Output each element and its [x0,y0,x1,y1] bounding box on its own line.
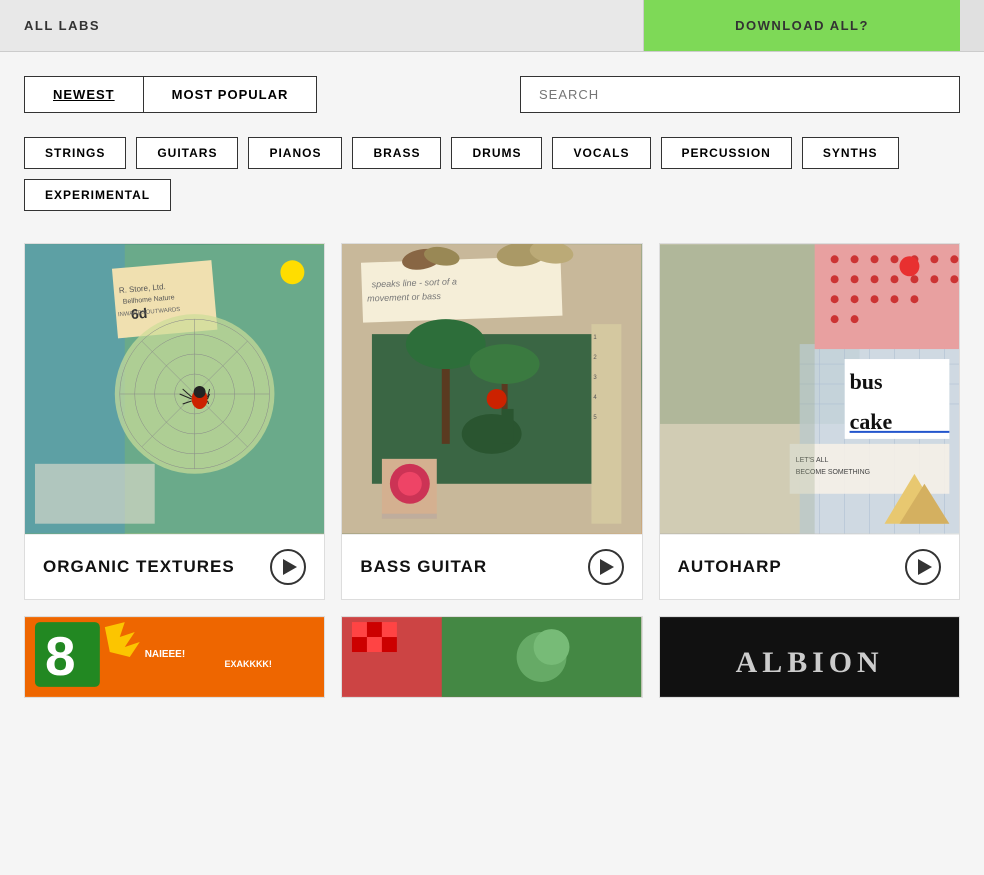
card-footer-organic-textures: ORGANIC TEXTURES [25,534,324,599]
download-all-label: DOWNLOAD ALL? [735,18,869,33]
card-title-bass-guitar: BASS GUITAR [360,557,487,577]
svg-text:cake: cake [849,409,892,434]
tag-drums[interactable]: DRUMS [451,137,542,169]
sort-buttons: NEWEST MOST POPULAR [24,76,317,113]
tag-experimental[interactable]: EXPERIMENTAL [24,179,171,211]
card-image-5 [342,617,641,697]
card-organic-textures[interactable]: R. Store, Ltd. Bellhome Nature 6d INWARD… [24,243,325,600]
card-image-bass-guitar: speaks line - sort of a movement or bass [342,244,641,534]
card-5[interactable] [341,616,642,698]
card-image-autoharp: bus cake LET'S ALL BECOME SOMETHING [660,244,959,534]
tag-percussion[interactable]: PERCUSSION [661,137,792,169]
svg-text:EXAKKKK!: EXAKKKK! [225,659,272,669]
play-button-bass-guitar[interactable] [588,549,624,585]
card-albion[interactable]: ALBION [659,616,960,698]
search-input[interactable] [520,76,960,113]
card-bass-guitar[interactable]: speaks line - sort of a movement or bass [341,243,642,600]
tag-pianos[interactable]: PIANOS [248,137,342,169]
card-image-4: 8 NAIEEE! EXAKKKK! [25,617,324,697]
svg-text:8: 8 [45,625,76,687]
tag-brass[interactable]: BRASS [352,137,441,169]
tag-vocals[interactable]: VOCALS [552,137,650,169]
tag-strings[interactable]: STRINGS [24,137,126,169]
card-footer-bass-guitar: BASS GUITAR [342,534,641,599]
tags-row: STRINGS GUITARS PIANOS BRASS DRUMS VOCAL… [24,137,960,211]
header-spacer [960,0,984,51]
card-4[interactable]: 8 NAIEEE! EXAKKKK! [24,616,325,698]
sort-newest-button[interactable]: NEWEST [24,76,143,113]
card-title-autoharp: AUTOHARP [678,557,782,577]
play-icon-bass [600,559,614,575]
card-grid: R. Store, Ltd. Bellhome Nature 6d INWARD… [24,243,960,698]
play-icon-autoharp [918,559,932,575]
sort-most-popular-button[interactable]: MOST POPULAR [143,76,318,113]
tag-guitars[interactable]: GUITARS [136,137,238,169]
svg-text:ALBION: ALBION [735,646,883,679]
card-image-albion: ALBION [660,617,959,697]
play-icon [283,559,297,575]
svg-text:bus: bus [849,369,882,394]
card-image-organic-textures: R. Store, Ltd. Bellhome Nature 6d INWARD… [25,244,324,534]
card-title-organic-textures: ORGANIC TEXTURES [43,557,235,577]
tag-synths[interactable]: SYNTHS [802,137,899,169]
all-labs-nav[interactable]: ALL LABS [0,0,644,51]
header: ALL LABS DOWNLOAD ALL? [0,0,984,52]
grid-section: R. Store, Ltd. Bellhome Nature 6d INWARD… [0,243,984,722]
play-button-organic-textures[interactable] [270,549,306,585]
filter-section: NEWEST MOST POPULAR STRINGS GUITARS PIAN… [0,52,984,211]
sort-search-row: NEWEST MOST POPULAR [24,76,960,113]
play-button-autoharp[interactable] [905,549,941,585]
download-all-button[interactable]: DOWNLOAD ALL? [644,0,960,51]
all-labs-label: ALL LABS [24,18,100,33]
svg-text:NAIEEE!: NAIEEE! [145,649,185,660]
card-footer-autoharp: AUTOHARP [660,534,959,599]
card-autoharp[interactable]: bus cake LET'S ALL BECOME SOMETHING AUTO [659,243,960,600]
